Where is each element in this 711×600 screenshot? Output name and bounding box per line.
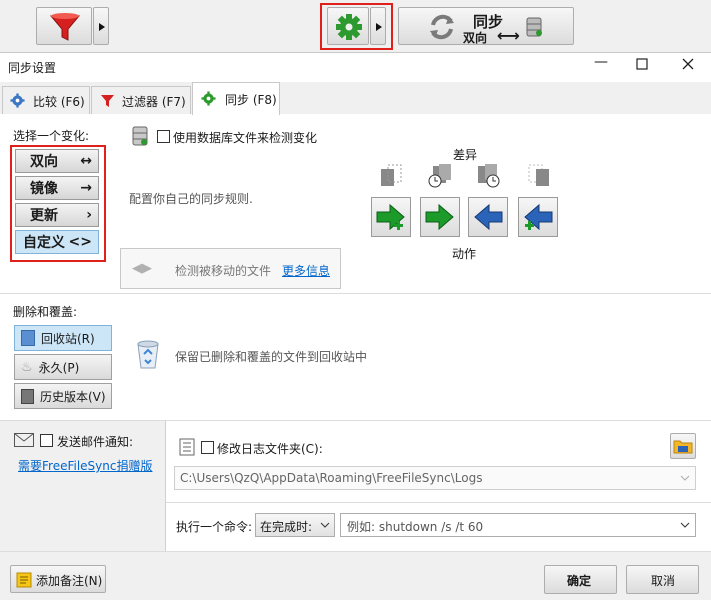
action-heading: 动作 (452, 247, 477, 261)
deletion-heading: 删除和覆盖: (13, 305, 78, 319)
recycle-bin-icon (137, 340, 159, 369)
sync-arrows-icon (430, 14, 454, 40)
two-way-arrow-icon: ↔ (80, 153, 92, 169)
deletion-permanent-button[interactable]: ♨ 永久(P) (14, 354, 112, 380)
cancel-label: 取消 (651, 574, 676, 588)
filter-button[interactable] (36, 7, 92, 45)
tab-compare-label: 比较 (F6) (33, 95, 85, 109)
email-label: 发送邮件通知: (57, 435, 134, 449)
arrow-right-icon (425, 203, 454, 231)
command-input[interactable]: 例如: shutdown /s /t 60 (340, 513, 696, 537)
db-checkbox[interactable] (157, 130, 170, 143)
action-create-right-button[interactable] (518, 197, 558, 237)
log-folder-label: 修改日志文件夹(C): (217, 442, 323, 456)
tab-filter[interactable]: 过滤器 (F7) (91, 86, 191, 114)
file-right-newer-icon (478, 164, 500, 188)
ok-label: 确定 (567, 574, 592, 588)
cancel-button[interactable]: 取消 (626, 565, 699, 594)
flame-icon: ♨ (21, 359, 33, 375)
deletion-description: 保留已删除和覆盖的文件到回收站中 (175, 350, 368, 364)
database-icon (132, 126, 148, 146)
chevron-down-icon (680, 475, 690, 481)
gear-icon (201, 91, 216, 106)
panel-divider (165, 421, 166, 551)
filter-icon (49, 13, 81, 41)
db-checkbox-label: 使用数据库文件来检测变化 (173, 131, 318, 145)
arrow-left-plus-icon (524, 203, 553, 231)
variant-custom-button[interactable]: 自定义 <> (15, 230, 99, 254)
ok-button[interactable]: 确定 (544, 565, 617, 594)
chevron-down-icon (320, 522, 330, 528)
chevron-right-icon: › (86, 207, 92, 223)
note-icon (16, 572, 32, 588)
variant-update-button[interactable]: 更新 › (15, 203, 99, 227)
database-icon (526, 17, 542, 37)
tab-filter-label: 过滤器 (F7) (122, 95, 186, 109)
variant-two-way-button[interactable]: 双向 ↔ (15, 149, 99, 173)
diff-heading: 差异 (453, 148, 478, 162)
filter-dropdown-button[interactable] (93, 7, 109, 45)
action-copy-right-button[interactable] (420, 197, 460, 237)
maximize-button[interactable] (636, 58, 648, 70)
action-copy-left-button[interactable] (468, 197, 508, 237)
gear-icon (10, 93, 25, 108)
detect-moved-label: 检测被移动的文件 (175, 264, 272, 278)
tab-compare[interactable]: 比较 (F6) (2, 86, 90, 114)
chevron-down-icon (680, 522, 690, 528)
log-list-icon (179, 438, 195, 456)
chevron-right-icon (99, 23, 105, 31)
sync-button[interactable]: 同步 双向 ⟷ (398, 7, 574, 45)
command-timing-select[interactable]: 在完成时: (255, 513, 335, 537)
tab-sync[interactable]: 同步 (F8) (192, 82, 280, 115)
mail-icon (14, 433, 34, 447)
variant-description: 配置你自己的同步规则. (129, 192, 253, 206)
two-way-arrow-icon: ⟷ (497, 26, 520, 45)
file-left-newer-icon (428, 164, 451, 188)
arrow-left-icon (474, 203, 503, 231)
tab-sync-label: 同步 (F8) (225, 93, 277, 107)
log-path-field[interactable]: C:\Users\QzQ\AppData\Roaming\FreeFileSyn… (174, 466, 696, 490)
section-divider (0, 293, 711, 294)
add-note-button[interactable]: 添加备注(N) (10, 565, 106, 593)
file-stack-icon (21, 388, 34, 404)
filter-icon (101, 95, 114, 107)
log-path-value: C:\Users\QzQ\AppData\Roaming\FreeFileSyn… (180, 471, 483, 485)
email-checkbox[interactable] (40, 434, 53, 447)
donation-link[interactable]: 需要FreeFileSync捐赠版 (18, 457, 152, 474)
file-right-only-icon (528, 164, 549, 186)
deletion-versioning-button[interactable]: 历史版本(V) (14, 383, 112, 409)
file-left-only-icon (381, 164, 402, 186)
more-info-link[interactable]: 更多信息 (282, 262, 330, 279)
command-label: 执行一个命令: (176, 520, 253, 534)
section-divider (166, 502, 711, 503)
folder-icon (673, 440, 693, 454)
action-create-left-button[interactable] (371, 197, 411, 237)
deletion-recycle-button[interactable]: 回收站(R) (14, 325, 112, 351)
variant-mirror-button[interactable]: 镜像 → (15, 176, 99, 200)
log-folder-checkbox[interactable] (201, 441, 214, 454)
code-brackets-icon: <> (68, 234, 92, 250)
close-button[interactable] (682, 58, 694, 70)
browse-folder-button[interactable] (670, 433, 696, 459)
add-note-label: 添加备注(N) (36, 574, 103, 588)
dialog-title: 同步设置 (8, 61, 57, 75)
detect-moved-icon: ◀▶ (132, 261, 152, 276)
sync-variant-label: 双向 (463, 31, 488, 45)
recycle-bin-icon (21, 330, 35, 346)
arrow-right-plus-icon (376, 203, 405, 231)
settings-highlight (320, 3, 393, 50)
variant-heading: 选择一个变化: (13, 129, 90, 143)
arrow-right-icon: → (80, 180, 92, 196)
minimize-button[interactable]: — (594, 54, 608, 70)
